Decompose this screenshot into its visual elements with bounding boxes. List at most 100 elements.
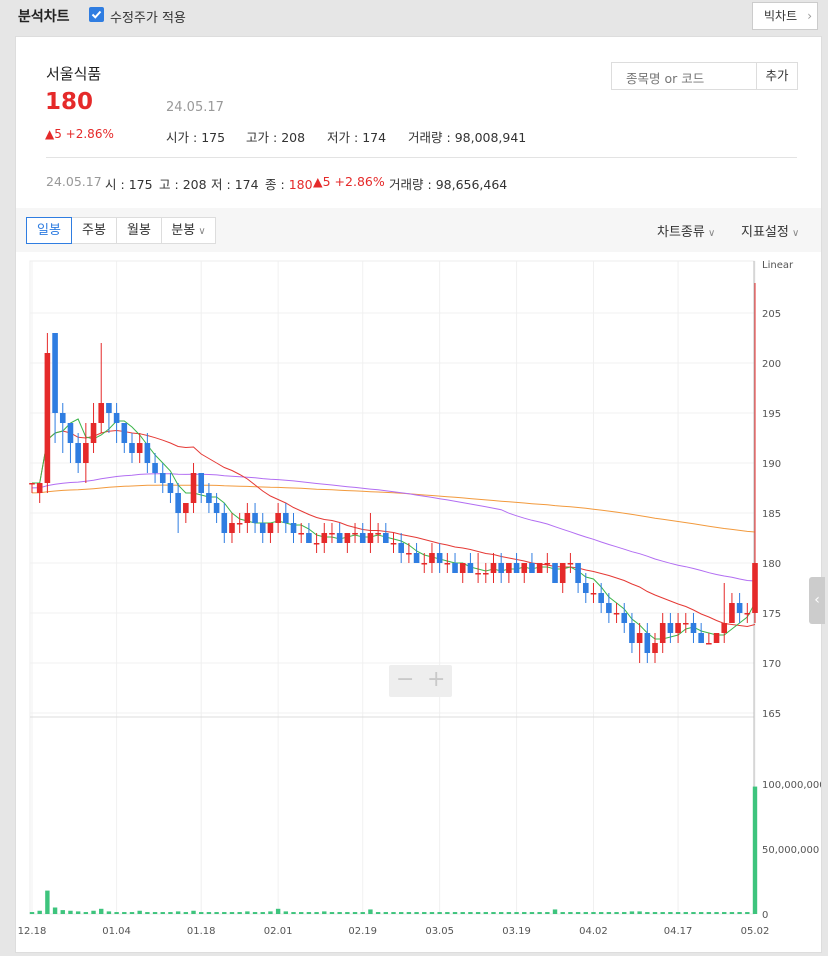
- chevron-right-icon: ›: [807, 9, 812, 23]
- candle-body: [667, 623, 674, 633]
- candle-body: [613, 613, 620, 615]
- volume-bar: [222, 912, 227, 914]
- top-bar: 분석차트 수정주가 적용 빅차트 ›: [0, 0, 828, 32]
- candle-body: [175, 493, 181, 513]
- candle-body: [90, 423, 97, 443]
- candle-body: [406, 553, 412, 555]
- volume-tick-label: 0: [762, 910, 768, 921]
- volume-bar: [383, 912, 389, 914]
- volume-bar: [229, 912, 235, 914]
- volume-bar: [329, 912, 335, 914]
- candle-body: [506, 563, 512, 573]
- candle-body: [744, 613, 751, 615]
- volume-bar: [475, 912, 481, 914]
- candle-body: [236, 523, 243, 525]
- volume-bar: [568, 912, 573, 914]
- volume-bar: [668, 912, 673, 914]
- candle-body: [129, 443, 135, 453]
- candle-body: [113, 413, 120, 423]
- candle-body: [267, 523, 274, 533]
- candle-body: [690, 623, 697, 633]
- volume-bar: [506, 912, 512, 914]
- candle-body: [75, 443, 81, 463]
- candle-body: [52, 333, 58, 413]
- candle-body: [121, 423, 128, 443]
- candle-body: [359, 533, 366, 543]
- volume-bar: [206, 912, 212, 914]
- volume-bar: [45, 890, 50, 914]
- tab-daily[interactable]: 일봉: [26, 217, 72, 244]
- adjusted-price-label[interactable]: 수정주가 적용: [110, 7, 186, 26]
- zoom-in-button[interactable]: +: [427, 667, 445, 692]
- volume-bar: [52, 907, 58, 914]
- volume-bar: [683, 912, 688, 914]
- price-tick-label: 185: [762, 509, 781, 520]
- candle-body: [490, 563, 497, 573]
- volume-tick-label: 100,000,000: [762, 780, 821, 791]
- candle-body: [390, 543, 397, 545]
- candle-body: [421, 563, 428, 565]
- volume-bar: [275, 908, 281, 914]
- volume-bar: [245, 911, 250, 914]
- candle-body: [713, 633, 720, 643]
- volume-bar: [422, 912, 427, 914]
- volume-bar: [406, 912, 412, 914]
- candle-body: [606, 603, 612, 613]
- volume-bar: [345, 912, 350, 914]
- volume-bar: [314, 912, 319, 914]
- candle-body: [167, 483, 174, 493]
- candle-body: [244, 513, 251, 523]
- candle-body: [413, 553, 420, 563]
- volume-bar: [137, 910, 142, 914]
- candle-body: [752, 563, 758, 613]
- stock-chart[interactable]: 165 170 175 180 185 190 195 200 205 12.18 01.04 01.…: [16, 37, 821, 952]
- candle-body: [452, 563, 458, 573]
- candle-body: [229, 523, 235, 533]
- volume-bar: [645, 912, 650, 914]
- candle-body: [83, 443, 89, 463]
- volume-bar: [322, 911, 327, 914]
- candle-body: [436, 553, 443, 563]
- volume-bar: [106, 911, 112, 914]
- volume-bar: [268, 911, 273, 914]
- candle-body: [482, 573, 489, 575]
- zoom-out-button[interactable]: −: [396, 667, 414, 692]
- candle-body: [429, 553, 435, 563]
- volume-bar: [652, 912, 658, 914]
- big-chart-button[interactable]: 빅차트 ›: [752, 2, 818, 30]
- candle-body: [321, 533, 328, 543]
- volume-bar: [68, 910, 73, 914]
- volume-bar: [337, 912, 342, 914]
- volume-bar: [37, 910, 42, 914]
- volume-bar: [498, 912, 504, 914]
- volume-bar: [452, 912, 458, 914]
- zoom-controls: − +: [389, 665, 452, 697]
- adjusted-price-checkbox[interactable]: [89, 7, 104, 22]
- volume-bar: [691, 912, 696, 914]
- candle-body: [629, 623, 635, 643]
- side-panel-toggle[interactable]: ‹: [809, 577, 825, 624]
- price-tick-label: 170: [762, 659, 781, 670]
- candle-body: [198, 473, 205, 493]
- candle-body: [721, 623, 728, 633]
- price-tick-label: 200: [762, 359, 781, 370]
- volume-bar: [237, 912, 242, 914]
- volume-bar: [737, 912, 742, 914]
- volume-bar: [398, 912, 404, 914]
- volume-bar: [299, 912, 304, 914]
- volume-bar: [129, 912, 135, 914]
- volume-bar: [145, 912, 150, 914]
- volume-bar: [752, 786, 758, 914]
- volume-bar: [591, 912, 596, 914]
- candle-body: [644, 633, 651, 653]
- candle-body: [621, 613, 628, 623]
- candle-body: [467, 563, 474, 573]
- candle-body: [636, 633, 643, 643]
- price-tick-label: 165: [762, 709, 781, 720]
- volume-bar: [660, 912, 665, 914]
- volume-bar: [352, 912, 358, 914]
- date-tick-label: 12.18: [18, 926, 47, 937]
- candle-body: [283, 513, 289, 523]
- volume-bar: [537, 912, 542, 914]
- volume-bar: [152, 912, 158, 914]
